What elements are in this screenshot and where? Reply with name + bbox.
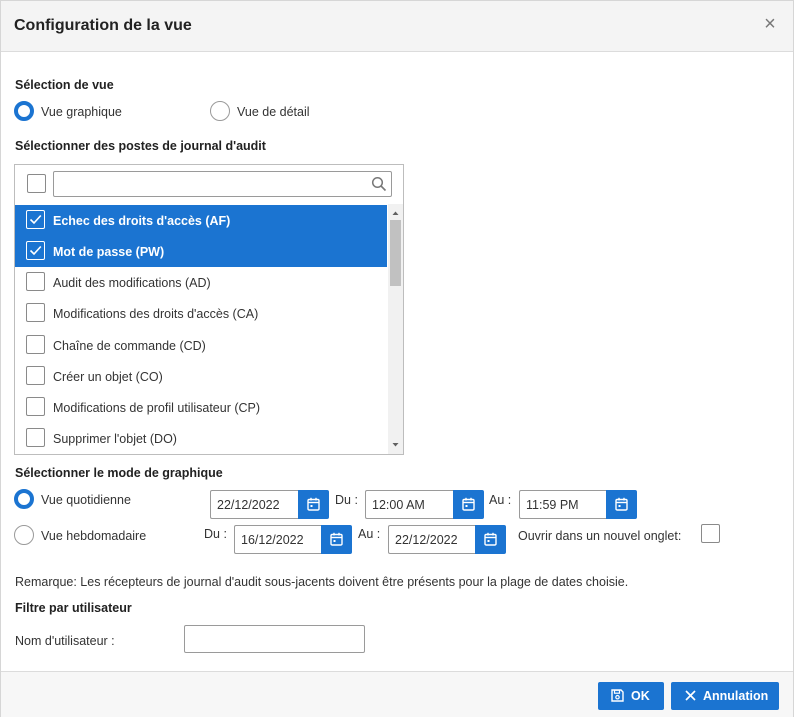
daily-to-time-input[interactable]	[519, 490, 606, 519]
dialog-title: Configuration de la vue	[14, 17, 192, 34]
dialog-header: Configuration de la vue ×	[1, 1, 793, 52]
weekly-from-label: Du :	[204, 527, 227, 541]
audit-entries-listbox: Echec des droits d'accès (AF) Mot de pas…	[14, 164, 404, 455]
daily-to-label: Au :	[489, 493, 512, 507]
daily-from-time-calendar-button[interactable]	[453, 490, 484, 519]
list-item-cp[interactable]: Modifications de profil utilisateur (CP)	[15, 392, 387, 423]
radio-daily-view-label: Vue quotidienne	[41, 493, 131, 507]
close-icon	[685, 690, 696, 701]
radio-weekly-view[interactable]	[14, 525, 34, 545]
view-selection-label: Sélection de vue	[15, 78, 114, 92]
list-item-label: Chaîne de commande (CD)	[53, 339, 206, 353]
audit-search-input[interactable]	[53, 171, 392, 197]
list-item-checkbox[interactable]	[26, 366, 45, 385]
calendar-icon	[484, 532, 497, 546]
new-tab-label: Ouvrir dans un nouvel onglet:	[518, 529, 682, 543]
weekly-to-date-input[interactable]	[388, 525, 475, 554]
scroll-thumb[interactable]	[390, 220, 401, 286]
username-input[interactable]	[184, 625, 365, 653]
cancel-button[interactable]: Annulation	[671, 682, 779, 710]
list-item-label: Echec des droits d'accès (AF)	[53, 214, 231, 228]
weekly-to-date-calendar-button[interactable]	[475, 525, 506, 554]
radio-graphic-view-label: Vue graphique	[41, 105, 122, 119]
remark-text: Remarque: Les récepteurs de journal d'au…	[15, 575, 629, 589]
user-filter-label: Filtre par utilisateur	[15, 601, 132, 615]
search-icon[interactable]	[371, 176, 387, 192]
new-tab-checkbox[interactable]	[701, 524, 720, 543]
list-item-checkbox[interactable]	[26, 272, 45, 291]
audit-entries-label: Sélectionner des postes de journal d'aud…	[15, 139, 266, 153]
list-item-ca[interactable]: Modifications des droits d'accès (CA)	[15, 298, 387, 329]
daily-from-time-input[interactable]	[365, 490, 453, 519]
ok-button-label: OK	[631, 689, 650, 703]
calendar-icon	[330, 532, 343, 546]
daily-date-calendar-button[interactable]	[298, 490, 329, 519]
scroll-up-icon[interactable]	[388, 206, 403, 220]
radio-graphic-view[interactable]	[14, 101, 34, 121]
calendar-icon	[615, 497, 628, 511]
list-item-do[interactable]: Supprimer l'objet (DO)	[15, 423, 387, 454]
ok-button[interactable]: OK	[598, 682, 664, 710]
audit-list-viewport: Echec des droits d'accès (AF) Mot de pas…	[15, 204, 387, 454]
list-item-label: Audit des modifications (AD)	[53, 276, 211, 290]
username-label: Nom d'utilisateur :	[15, 634, 115, 648]
select-all-checkbox[interactable]	[27, 174, 46, 193]
radio-weekly-view-label: Vue hebdomadaire	[41, 529, 147, 543]
list-item-checkbox[interactable]	[26, 241, 45, 260]
list-item-label: Modifications des droits d'accès (CA)	[53, 307, 259, 321]
radio-detail-view-label: Vue de détail	[237, 105, 310, 119]
calendar-icon	[307, 497, 320, 511]
save-icon	[611, 689, 624, 702]
cancel-button-label: Annulation	[703, 689, 769, 703]
list-item-af[interactable]: Echec des droits d'accès (AF)	[15, 205, 387, 236]
list-item-checkbox[interactable]	[26, 303, 45, 322]
list-scrollbar[interactable]	[388, 204, 403, 454]
list-item-label: Modifications de profil utilisateur (CP)	[53, 401, 261, 415]
list-item-pw[interactable]: Mot de passe (PW)	[15, 236, 387, 267]
daily-date-input[interactable]	[210, 490, 298, 519]
daily-to-time-calendar-button[interactable]	[606, 490, 637, 519]
list-item-label: Créer un objet (CO)	[53, 370, 163, 384]
weekly-from-date-calendar-button[interactable]	[321, 525, 352, 554]
radio-daily-view[interactable]	[14, 489, 34, 509]
list-item-checkbox[interactable]	[26, 210, 45, 229]
list-item-checkbox[interactable]	[26, 397, 45, 416]
list-item-label: Supprimer l'objet (DO)	[53, 432, 177, 446]
list-item-cd[interactable]: Chaîne de commande (CD)	[15, 330, 387, 361]
dialog-footer: OK Annulation	[1, 671, 793, 717]
weekly-to-label: Au :	[358, 527, 381, 541]
radio-detail-view[interactable]	[210, 101, 230, 121]
list-item-checkbox[interactable]	[26, 335, 45, 354]
list-item-ad[interactable]: Audit des modifications (AD)	[15, 267, 387, 298]
scroll-down-icon[interactable]	[388, 438, 403, 452]
calendar-icon	[462, 497, 475, 511]
list-item-co[interactable]: Créer un objet (CO)	[15, 361, 387, 392]
check-icon	[29, 214, 42, 225]
list-item-label: Mot de passe (PW)	[53, 245, 165, 259]
list-item-checkbox[interactable]	[26, 428, 45, 447]
check-icon	[29, 245, 42, 256]
close-icon[interactable]: ×	[761, 14, 779, 34]
view-configuration-dialog: Configuration de la vue × Sélection de v…	[0, 0, 794, 717]
graph-mode-label: Sélectionner le mode de graphique	[15, 466, 223, 480]
weekly-from-date-input[interactable]	[234, 525, 321, 554]
daily-from-label: Du :	[335, 493, 358, 507]
